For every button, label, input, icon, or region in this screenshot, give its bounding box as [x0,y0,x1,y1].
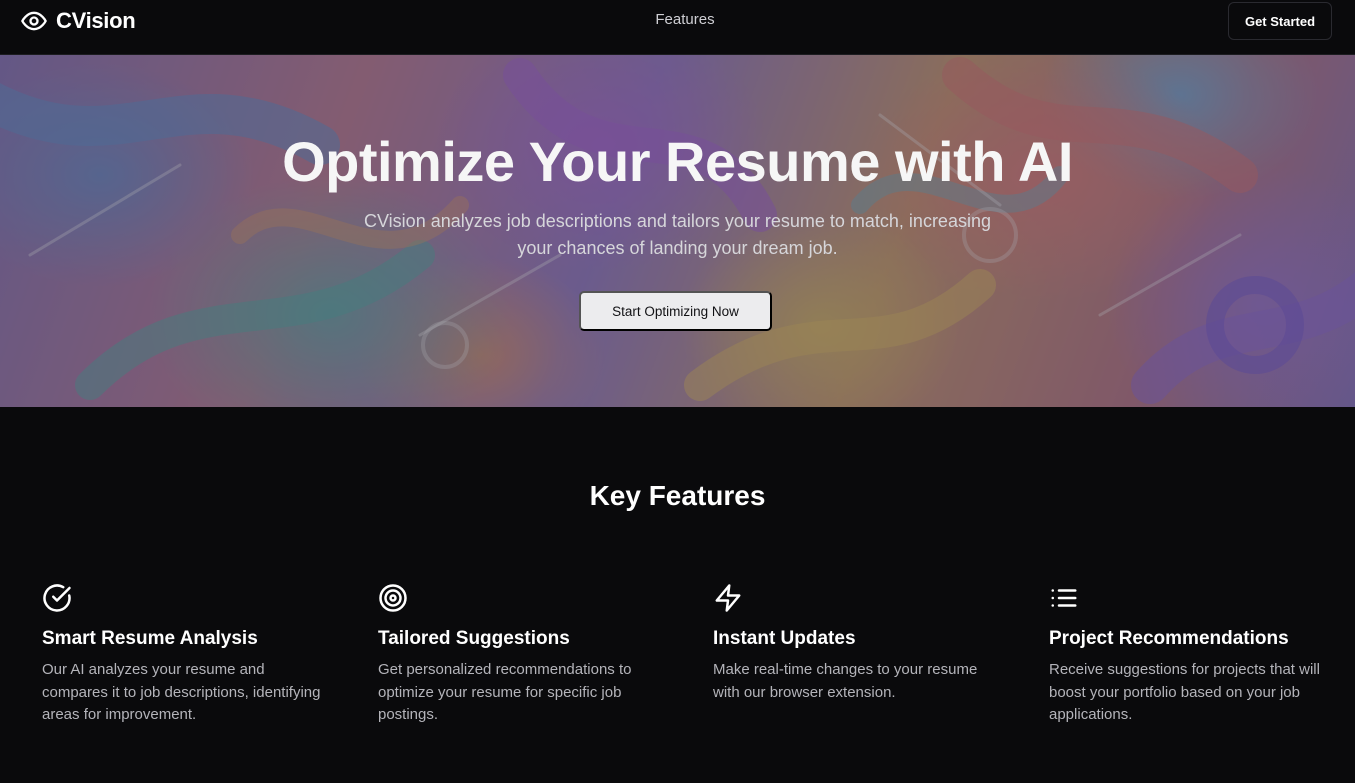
feature-title: Project Recommendations [1049,628,1289,649]
start-optimizing-button[interactable]: Start Optimizing Now [579,291,772,331]
check-circle-icon [42,583,72,613]
feature-smart-resume-analysis: Smart Resume Analysis Our AI analyzes yo… [42,583,332,727]
hero-subtitle: CVision analyzes job descriptions and ta… [364,211,991,258]
eye-icon [20,7,48,35]
lightning-icon [713,583,743,613]
feature-description: Get personalized recommendations to opti… [378,661,632,723]
brand-name: CVision [56,8,136,33]
feature-description: Our AI analyzes your resume and compares… [42,661,321,723]
feature-description: Make real-time changes to your resume wi… [713,661,978,701]
feature-description: Receive suggestions for projects that wi… [1049,661,1320,723]
list-icon [1049,583,1079,613]
feature-title: Tailored Suggestions [378,628,570,649]
feature-tailored-suggestions: Tailored Suggestions Get personalized re… [378,583,668,727]
features-heading: Key Features [589,480,766,511]
feature-project-recommendations: Project Recommendations Receive suggesti… [1049,583,1339,727]
hero-title: Optimize Your Resume with AI [282,130,1073,193]
feature-title: Instant Updates [713,628,856,649]
feature-title: Smart Resume Analysis [42,628,258,649]
hero-section: Optimize Your Resume with AI CVision ana… [0,55,1355,407]
target-icon [378,583,408,613]
feature-instant-updates: Instant Updates Make real-time changes t… [713,583,1003,704]
get-started-button[interactable]: Get Started [1228,2,1332,40]
nav-link-features[interactable]: Features [640,11,730,28]
brand-logo[interactable]: CVision [20,7,136,35]
top-navbar: CVision Features Get Started [0,0,1355,55]
